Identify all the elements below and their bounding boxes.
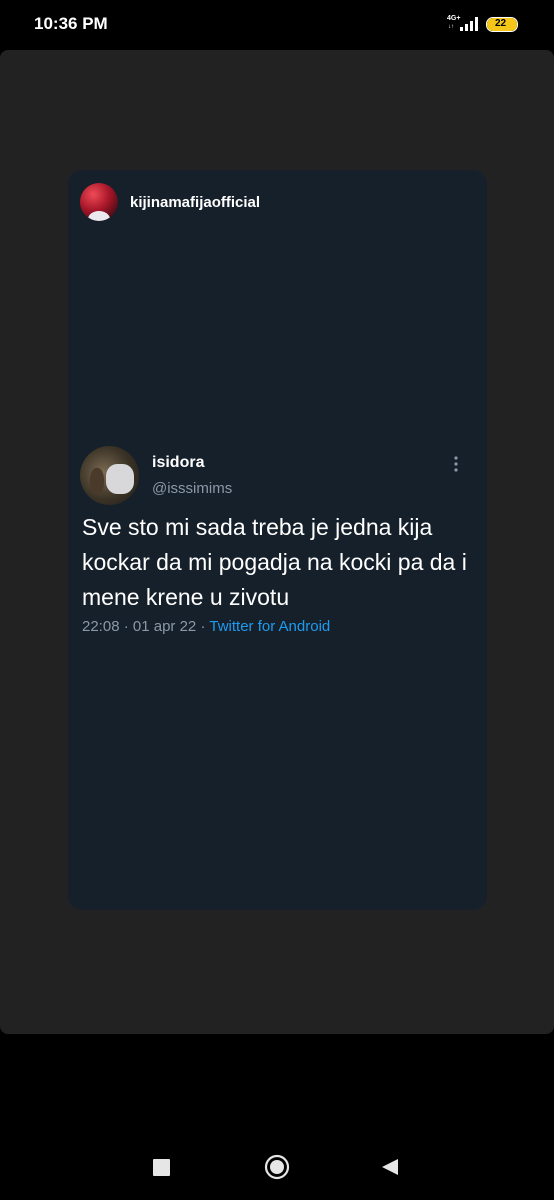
profile-avatar[interactable]: [80, 183, 118, 221]
tweet-screenshot-card: kijinamafijaofficial isidora @isssimims …: [68, 170, 487, 910]
meta-separator: ·: [200, 618, 206, 635]
story-viewer[interactable]: kijinamafijaofficial isidora @isssimims …: [0, 50, 554, 1034]
tweet-time: 22:08: [82, 618, 120, 635]
tweet-date: 01 apr 22: [132, 618, 197, 635]
signal-bars-icon: [460, 17, 478, 31]
circle-home-icon[interactable]: [264, 1154, 290, 1180]
tweet-source: Twitter for Android: [209, 618, 331, 635]
story-header[interactable]: kijinamafijaofficial: [80, 182, 260, 222]
tweet-author-row: isidora @isssimims: [80, 446, 475, 506]
status-time: 10:36 PM: [34, 14, 108, 33]
navigation-bar: [0, 1134, 554, 1200]
tweet-author-avatar: [80, 446, 139, 505]
tweet-meta: 22:08 · 01 apr 22 · Twitter for Android: [82, 618, 330, 635]
battery-icon: 22: [486, 17, 518, 32]
more-vertical-icon: [454, 456, 458, 472]
network-indicator: 4G+ ↓↑: [447, 15, 483, 33]
square-recents-icon[interactable]: [153, 1159, 170, 1176]
network-type-label: 4G+: [447, 15, 461, 22]
data-activity-icon: ↓↑: [448, 24, 454, 30]
tweet-display-name: isidora: [152, 454, 205, 471]
tweet-text: Sve sto mi sada treba je jedna kija kock…: [82, 514, 467, 610]
tweet-handle: @isssimims: [152, 480, 233, 497]
battery-level-text: 22: [494, 18, 507, 29]
meta-separator: ·: [123, 618, 129, 635]
triangle-back-icon[interactable]: [380, 1157, 400, 1177]
status-bar: 10:36 PM 4G+ ↓↑ 22: [0, 0, 554, 50]
story-username[interactable]: kijinamafijaofficial: [130, 194, 260, 211]
